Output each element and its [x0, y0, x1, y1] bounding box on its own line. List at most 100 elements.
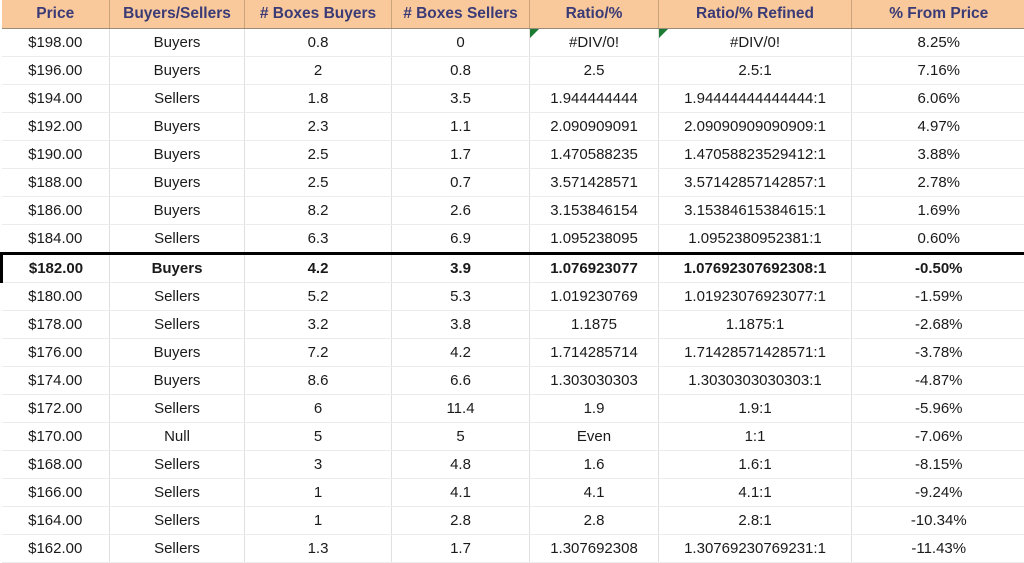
column-header-ratio-refined[interactable]: Ratio/% Refined	[659, 0, 852, 28]
table-row[interactable]: $166.00Sellers14.14.14.1:1-9.24%	[2, 478, 1024, 506]
cell-price[interactable]: $168.00	[2, 450, 110, 478]
cell-price[interactable]: $186.00	[2, 196, 110, 224]
cell-percent-from-price[interactable]: -5.96%	[852, 394, 1024, 422]
cell-ratio[interactable]: 3.153846154	[530, 196, 659, 224]
cell-boxes-sellers[interactable]: 11.4	[392, 394, 530, 422]
cell-percent-from-price[interactable]: 4.97%	[852, 112, 1024, 140]
cell-boxes-sellers[interactable]: 0.8	[392, 56, 530, 84]
table-row[interactable]: $182.00Buyers4.23.91.0769230771.07692307…	[2, 253, 1024, 282]
cell-price[interactable]: $162.00	[2, 534, 110, 562]
table-row[interactable]: $178.00Sellers3.23.81.18751.1875:1-2.68%	[2, 310, 1024, 338]
cell-ratio[interactable]: 1.714285714	[530, 338, 659, 366]
cell-price[interactable]: $196.00	[2, 56, 110, 84]
cell-ratio[interactable]: 1.470588235	[530, 140, 659, 168]
cell-side[interactable]: Buyers	[110, 196, 245, 224]
column-header-ratio[interactable]: Ratio/%	[530, 0, 659, 28]
table-row[interactable]: $162.00Sellers1.31.71.3076923081.3076923…	[2, 534, 1024, 562]
cell-boxes-buyers[interactable]: 0.8	[245, 28, 392, 56]
cell-price[interactable]: $192.00	[2, 112, 110, 140]
cell-side[interactable]: Sellers	[110, 450, 245, 478]
table-row[interactable]: $174.00Buyers8.66.61.3030303031.30303030…	[2, 366, 1024, 394]
cell-side[interactable]: Sellers	[110, 84, 245, 112]
cell-side[interactable]: Sellers	[110, 394, 245, 422]
cell-side[interactable]: Buyers	[110, 366, 245, 394]
cell-ratio[interactable]: 3.571428571	[530, 168, 659, 196]
cell-ratio-refined[interactable]: 1.3030303030303:1	[659, 366, 852, 394]
cell-percent-from-price[interactable]: 1.69%	[852, 196, 1024, 224]
cell-boxes-buyers[interactable]: 1.8	[245, 84, 392, 112]
cell-ratio-refined[interactable]: 1:1	[659, 422, 852, 450]
cell-boxes-sellers[interactable]: 3.5	[392, 84, 530, 112]
cell-side[interactable]: Sellers	[110, 224, 245, 253]
cell-percent-from-price[interactable]: 6.06%	[852, 84, 1024, 112]
table-row[interactable]: $196.00Buyers20.82.52.5:17.16%	[2, 56, 1024, 84]
cell-side[interactable]: Buyers	[110, 140, 245, 168]
price-ladder-table[interactable]: Price Buyers/Sellers # Boxes Buyers # Bo…	[0, 0, 1024, 563]
cell-boxes-buyers[interactable]: 2	[245, 56, 392, 84]
cell-boxes-sellers[interactable]: 1.7	[392, 534, 530, 562]
cell-boxes-buyers[interactable]: 2.3	[245, 112, 392, 140]
cell-boxes-buyers[interactable]: 2.5	[245, 140, 392, 168]
cell-boxes-buyers[interactable]: 5.2	[245, 282, 392, 310]
cell-ratio-refined[interactable]: 1.9:1	[659, 394, 852, 422]
cell-price[interactable]: $190.00	[2, 140, 110, 168]
cell-percent-from-price[interactable]: -0.50%	[852, 253, 1024, 282]
cell-percent-from-price[interactable]: 0.60%	[852, 224, 1024, 253]
table-row[interactable]: $190.00Buyers2.51.71.4705882351.47058823…	[2, 140, 1024, 168]
cell-boxes-buyers[interactable]: 8.2	[245, 196, 392, 224]
cell-boxes-buyers[interactable]: 2.5	[245, 168, 392, 196]
cell-side[interactable]: Buyers	[110, 112, 245, 140]
cell-boxes-sellers[interactable]: 2.6	[392, 196, 530, 224]
cell-boxes-sellers[interactable]: 4.2	[392, 338, 530, 366]
column-header-percent-from-price[interactable]: % From Price	[852, 0, 1024, 28]
cell-boxes-buyers[interactable]: 3.2	[245, 310, 392, 338]
cell-ratio-refined[interactable]: 1.30769230769231:1	[659, 534, 852, 562]
cell-boxes-sellers[interactable]: 6.9	[392, 224, 530, 253]
cell-ratio-refined[interactable]: 1.01923076923077:1	[659, 282, 852, 310]
cell-side[interactable]: Null	[110, 422, 245, 450]
cell-price[interactable]: $188.00	[2, 168, 110, 196]
cell-side[interactable]: Sellers	[110, 310, 245, 338]
cell-boxes-buyers[interactable]: 7.2	[245, 338, 392, 366]
cell-percent-from-price[interactable]: -4.87%	[852, 366, 1024, 394]
table-row[interactable]: $188.00Buyers2.50.73.5714285713.57142857…	[2, 168, 1024, 196]
cell-price[interactable]: $178.00	[2, 310, 110, 338]
cell-ratio[interactable]: 1.095238095	[530, 224, 659, 253]
cell-side[interactable]: Sellers	[110, 478, 245, 506]
table-row[interactable]: $198.00Buyers0.80#DIV/0!#DIV/0!8.25%	[2, 28, 1024, 56]
cell-ratio-refined[interactable]: 1.07692307692308:1	[659, 253, 852, 282]
table-row[interactable]: $172.00Sellers611.41.91.9:1-5.96%	[2, 394, 1024, 422]
cell-price[interactable]: $170.00	[2, 422, 110, 450]
cell-ratio[interactable]: Even	[530, 422, 659, 450]
cell-percent-from-price[interactable]: -3.78%	[852, 338, 1024, 366]
table-row[interactable]: $170.00Null55Even1:1-7.06%	[2, 422, 1024, 450]
column-header-price[interactable]: Price	[2, 0, 110, 28]
cell-price[interactable]: $198.00	[2, 28, 110, 56]
cell-boxes-buyers[interactable]: 1	[245, 478, 392, 506]
cell-boxes-sellers[interactable]: 3.9	[392, 253, 530, 282]
cell-ratio-refined[interactable]: 4.1:1	[659, 478, 852, 506]
cell-boxes-sellers[interactable]: 0.7	[392, 168, 530, 196]
cell-ratio[interactable]: 1.944444444	[530, 84, 659, 112]
cell-boxes-sellers[interactable]: 0	[392, 28, 530, 56]
cell-ratio[interactable]: 1.307692308	[530, 534, 659, 562]
cell-side[interactable]: Buyers	[110, 168, 245, 196]
cell-percent-from-price[interactable]: 3.88%	[852, 140, 1024, 168]
cell-percent-from-price[interactable]: 2.78%	[852, 168, 1024, 196]
cell-ratio[interactable]: 1.303030303	[530, 366, 659, 394]
cell-ratio-refined[interactable]: 2.5:1	[659, 56, 852, 84]
table-row[interactable]: $186.00Buyers8.22.63.1538461543.15384615…	[2, 196, 1024, 224]
cell-percent-from-price[interactable]: -2.68%	[852, 310, 1024, 338]
cell-side[interactable]: Buyers	[110, 338, 245, 366]
cell-boxes-buyers[interactable]: 5	[245, 422, 392, 450]
cell-price[interactable]: $166.00	[2, 478, 110, 506]
cell-ratio-refined[interactable]: 3.15384615384615:1	[659, 196, 852, 224]
cell-boxes-sellers[interactable]: 3.8	[392, 310, 530, 338]
cell-side[interactable]: Sellers	[110, 282, 245, 310]
cell-ratio-refined[interactable]: 2.09090909090909:1	[659, 112, 852, 140]
cell-ratio-refined[interactable]: #DIV/0!	[659, 28, 852, 56]
cell-percent-from-price[interactable]: -9.24%	[852, 478, 1024, 506]
cell-boxes-sellers[interactable]: 1.1	[392, 112, 530, 140]
column-header-buyers-sellers[interactable]: Buyers/Sellers	[110, 0, 245, 28]
cell-price[interactable]: $194.00	[2, 84, 110, 112]
